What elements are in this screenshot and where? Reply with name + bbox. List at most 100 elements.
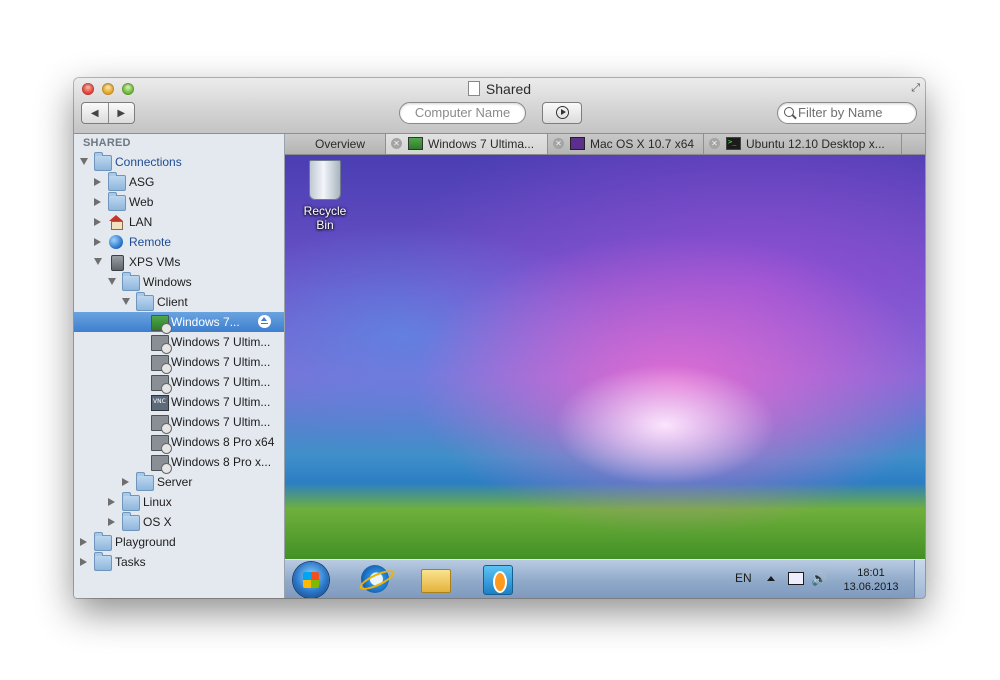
sidebar-item-connections[interactable]: Connections xyxy=(74,152,284,172)
tab-label: Overview xyxy=(315,137,366,151)
sidebar-item-client[interactable]: Client xyxy=(74,292,284,312)
sidebar-item-windows7-4[interactable]: Windows 7 Ultim... xyxy=(74,372,284,394)
sidebar-item-asg[interactable]: ASG xyxy=(74,172,284,192)
sidebar-item-windows7-6[interactable]: Windows 7 Ultim... xyxy=(74,412,284,434)
sidebar-item-web[interactable]: Web xyxy=(74,192,284,212)
sidebar-item-label: Connections xyxy=(115,155,182,169)
vnc-icon xyxy=(151,395,169,411)
disclosure-closed-icon[interactable] xyxy=(108,498,115,506)
disclosure-open-icon[interactable] xyxy=(122,298,130,305)
sidebar-item-tasks[interactable]: Tasks xyxy=(74,552,284,572)
tab-ubuntu[interactable]: ✕ Ubuntu 12.10 Desktop x... xyxy=(704,134,902,154)
sidebar-item-label: ASG xyxy=(129,175,155,189)
show-desktop-button[interactable] xyxy=(914,560,925,598)
folder-icon xyxy=(122,272,140,291)
close-tab-icon[interactable]: ✕ xyxy=(709,138,720,149)
tab-overview[interactable]: Overview xyxy=(285,134,386,154)
language-indicator[interactable]: EN xyxy=(735,571,752,585)
vm-icon xyxy=(151,435,172,454)
sidebar-item-windows7-selected[interactable]: Windows 7... xyxy=(74,312,284,334)
volume-icon[interactable]: 🔊 xyxy=(811,571,827,587)
disclosure-closed-icon[interactable] xyxy=(80,558,87,566)
sidebar-item-windows[interactable]: Windows xyxy=(74,272,284,292)
sidebar-item-osx[interactable]: OS X xyxy=(74,512,284,532)
nav-buttons: ◀ ▶ xyxy=(81,102,135,124)
sidebar-item-remote[interactable]: Remote xyxy=(74,232,284,252)
tab-macosx[interactable]: ✕ Mac OS X 10.7 x64 xyxy=(548,134,704,154)
sidebar-item-windows7-5[interactable]: Windows 7 Ultim... xyxy=(74,392,284,412)
show-hidden-icons-icon[interactable] xyxy=(767,576,775,581)
sidebar-item-label: Linux xyxy=(143,495,172,509)
sidebar-item-label: Windows 7 Ultim... xyxy=(171,415,271,429)
sidebar-item-windows7-2[interactable]: Windows 7 Ultim... xyxy=(74,332,284,354)
document-icon xyxy=(467,81,480,96)
tab-windows7[interactable]: ✕ Windows 7 Ultima... xyxy=(386,134,548,154)
folder-icon xyxy=(136,472,154,491)
sidebar-item-server[interactable]: Server xyxy=(74,472,284,492)
vnc-icon xyxy=(570,137,585,150)
forward-button[interactable]: ▶ xyxy=(107,103,135,123)
disclosure-open-icon[interactable] xyxy=(94,258,102,265)
close-tab-icon[interactable]: ✕ xyxy=(553,138,564,149)
fullscreen-icon[interactable]: ⤢ xyxy=(911,82,920,95)
sidebar-item-windows8-1[interactable]: Windows 8 Pro x64 xyxy=(74,432,284,454)
vm-icon xyxy=(151,455,172,474)
file-explorer-icon[interactable] xyxy=(421,569,451,593)
search-icon xyxy=(784,107,794,117)
disclosure-closed-icon[interactable] xyxy=(122,478,129,486)
media-player-icon[interactable] xyxy=(483,565,513,595)
tab-label: Mac OS X 10.7 x64 xyxy=(590,137,695,151)
folder-icon xyxy=(108,172,126,191)
disclosure-open-icon[interactable] xyxy=(80,158,88,165)
vm-icon xyxy=(151,355,172,374)
terminal-icon xyxy=(726,137,741,150)
sidebar: SHARED Connections ASG Web LAN Remote XP… xyxy=(74,134,285,598)
computer-name-input[interactable]: Computer Name xyxy=(399,102,526,124)
sidebar-item-label: LAN xyxy=(129,215,153,229)
close-tab-icon[interactable]: ✕ xyxy=(391,138,402,149)
tab-bar: Overview ✕ Windows 7 Ultima... ✕ Mac OS … xyxy=(285,134,925,155)
sidebar-item-xps-vms[interactable]: XPS VMs xyxy=(74,252,284,272)
disclosure-closed-icon[interactable] xyxy=(80,538,87,546)
clock[interactable]: 18:01 13.06.2013 xyxy=(841,566,901,594)
disclosure-open-icon[interactable] xyxy=(108,278,116,285)
sidebar-item-label: Windows 7 Ultim... xyxy=(171,375,271,389)
disclosure-closed-icon[interactable] xyxy=(94,218,101,226)
tab-label: Windows 7 Ultima... xyxy=(428,137,535,151)
eject-icon[interactable] xyxy=(258,315,271,328)
tab-label: Ubuntu 12.10 Desktop x... xyxy=(746,137,885,151)
vm-connected-icon xyxy=(151,315,172,334)
disclosure-closed-icon[interactable] xyxy=(94,238,101,246)
filter-search-input[interactable]: Filter by Name xyxy=(777,102,917,124)
sidebar-item-playground[interactable]: Playground xyxy=(74,532,284,552)
sidebar-item-label: Windows 7 Ultim... xyxy=(171,355,271,369)
folder-icon xyxy=(94,532,112,551)
globe-icon xyxy=(109,235,123,249)
sidebar-item-windows8-2[interactable]: Windows 8 Pro x... xyxy=(74,452,284,474)
vm-icon xyxy=(151,415,172,434)
sidebar-item-windows7-3[interactable]: Windows 7 Ultim... xyxy=(74,352,284,374)
folder-icon xyxy=(136,292,154,311)
disclosure-closed-icon[interactable] xyxy=(108,518,115,526)
vm-icon xyxy=(151,335,172,354)
connect-button[interactable] xyxy=(542,102,582,124)
recycle-bin-label: Recycle Bin xyxy=(303,204,347,232)
recycle-bin-shortcut[interactable]: Recycle Bin xyxy=(297,160,353,232)
disclosure-closed-icon[interactable] xyxy=(94,198,101,206)
disclosure-closed-icon[interactable] xyxy=(94,178,101,186)
sidebar-item-label: OS X xyxy=(143,515,172,529)
start-button[interactable] xyxy=(293,562,329,598)
internet-explorer-icon[interactable] xyxy=(361,565,389,593)
network-icon[interactable] xyxy=(788,572,804,585)
sidebar-item-lan[interactable]: LAN xyxy=(74,212,284,232)
sidebar-item-linux[interactable]: Linux xyxy=(74,492,284,512)
back-button[interactable]: ◀ xyxy=(82,103,108,123)
sidebar-item-label: Tasks xyxy=(115,555,146,569)
remote-desktop-view[interactable]: Recycle Bin EN 🔊 18:01 13.06.2013 xyxy=(285,155,925,598)
windows-taskbar: EN 🔊 18:01 13.06.2013 xyxy=(285,559,925,598)
sidebar-item-label: Windows 8 Pro x... xyxy=(171,455,272,469)
folder-icon xyxy=(94,552,112,571)
sidebar-item-label: Server xyxy=(157,475,193,489)
sidebar-header: SHARED xyxy=(83,137,131,149)
server-icon xyxy=(111,255,124,271)
